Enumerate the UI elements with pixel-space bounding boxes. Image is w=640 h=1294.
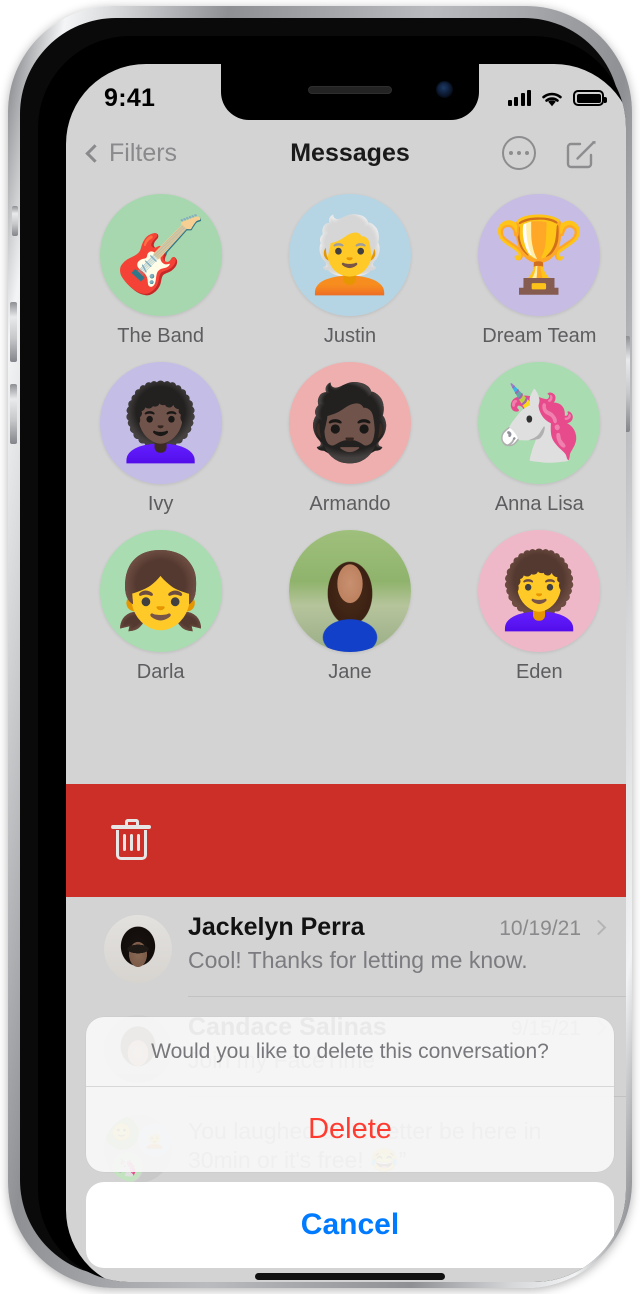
home-indicator[interactable] (255, 1273, 445, 1280)
wifi-icon (542, 92, 562, 106)
pinned-item-label: Darla (136, 661, 185, 683)
pinned-item-label: Dream Team (482, 325, 597, 347)
avatar: 👩‍🦱 (478, 530, 601, 652)
nav-actions (502, 136, 598, 170)
pinned-item-label: Justin (323, 325, 377, 347)
compose-icon[interactable] (566, 137, 598, 169)
pinned-item-anna-lisa[interactable]: 🦄 Anna Lisa (459, 362, 619, 516)
photo-avatar-jane (288, 530, 411, 652)
conversation-header: Jackelyn Perra 10/19/21 (188, 913, 607, 942)
phone-bezel: 9:41 (38, 36, 626, 1282)
action-sheet-message: Would you like to delete this conversati… (151, 1039, 549, 1063)
pinned-item-label: The Band (117, 325, 205, 347)
cancel-button[interactable]: Cancel (86, 1182, 614, 1268)
cellular-bars-icon (507, 90, 531, 106)
volume-up-button[interactable] (10, 302, 17, 362)
phone-screen: 9:41 (66, 64, 626, 1282)
chevron-left-icon (85, 143, 104, 163)
swipe-delete-action-row[interactable] (66, 784, 626, 897)
navigation-bar: Filters Messages (66, 122, 626, 184)
avatar (104, 915, 172, 983)
pinned-item-armando[interactable]: 🧔🏿 Armando (270, 362, 430, 516)
ellipsis-circle-icon[interactable] (502, 136, 536, 170)
status-bar-time: 9:41 (104, 83, 156, 112)
avatar: 🎸 (99, 194, 222, 316)
avatar: 🏆 (478, 194, 601, 316)
mute-switch[interactable] (12, 206, 18, 236)
photo-avatar-jackelyn (104, 915, 172, 983)
notch (221, 64, 479, 120)
pinned-item-label: Anna Lisa (494, 493, 584, 515)
pinned-item-the-band[interactable]: 🎸 The Band (81, 194, 241, 348)
pinned-item-dream-team[interactable]: 🏆 Dream Team (459, 194, 619, 348)
action-sheet-panel: Would you like to delete this conversati… (86, 1016, 614, 1172)
pinned-item-label: Ivy (147, 493, 174, 515)
pinned-item-justin[interactable]: 🧑‍🦳 Justin (270, 194, 430, 348)
conversation-name: Jackelyn Perra (188, 913, 365, 941)
conversation-date: 10/19/21 (499, 917, 581, 940)
pinned-item-label: Jane (328, 661, 372, 683)
pinned-conversations-grid: 🎸 The Band 🧑‍🦳 Justin 🏆 Dream Team (66, 188, 626, 702)
volume-down-button[interactable] (10, 384, 17, 444)
conversation-snippet: Cool! Thanks for letting me know. (188, 947, 528, 973)
phone-frame: 9:41 (8, 6, 632, 1288)
conversation-body: Jackelyn Perra 10/19/21 Cool! Thanks for… (188, 913, 626, 975)
back-to-filters-button[interactable]: Filters (85, 138, 178, 168)
delete-button[interactable]: Delete (86, 1087, 614, 1172)
table-row[interactable]: Jackelyn Perra 10/19/21 Cool! Thanks for… (66, 897, 626, 997)
avatar: 🧑‍🦳 (288, 194, 411, 316)
front-camera-icon (436, 81, 453, 98)
pinned-item-darla[interactable]: 👧 Darla (81, 530, 241, 684)
pinned-item-label: Armando (309, 493, 391, 515)
pinned-row: 👧 Darla Jane 👩‍🦱 Ede (66, 530, 626, 684)
avatar (288, 530, 411, 652)
phone-inner-frame: 9:41 (20, 18, 626, 1282)
battery-full-icon (573, 90, 607, 106)
pinned-item-label: Eden (515, 661, 563, 683)
trash-icon (111, 818, 151, 860)
avatar: 🦄 (478, 362, 601, 484)
action-sheet: Would you like to delete this conversati… (66, 1016, 626, 1282)
pinned-item-eden[interactable]: 👩‍🦱 Eden (459, 530, 619, 684)
pinned-row: 👩🏿‍🦱 Ivy 🧔🏿 Armando 🦄 Anna Lisa (66, 362, 626, 516)
chevron-right-icon (590, 919, 607, 936)
status-bar-indicators (507, 89, 607, 108)
action-sheet-cancel-group: Cancel (86, 1182, 614, 1268)
avatar: 👧 (99, 530, 222, 652)
pinned-item-jane[interactable]: Jane (270, 530, 430, 684)
pinned-item-ivy[interactable]: 👩🏿‍🦱 Ivy (81, 362, 241, 516)
avatar: 👩🏿‍🦱 (99, 362, 222, 484)
pinned-row: 🎸 The Band 🧑‍🦳 Justin 🏆 Dream Team (66, 194, 626, 348)
page-title: Messages (290, 138, 410, 167)
earpiece-speaker-icon (308, 86, 392, 94)
screenshot-stage: 9:41 (0, 0, 640, 1294)
back-button-label: Filters (109, 138, 178, 167)
avatar: 🧔🏿 (288, 362, 411, 484)
